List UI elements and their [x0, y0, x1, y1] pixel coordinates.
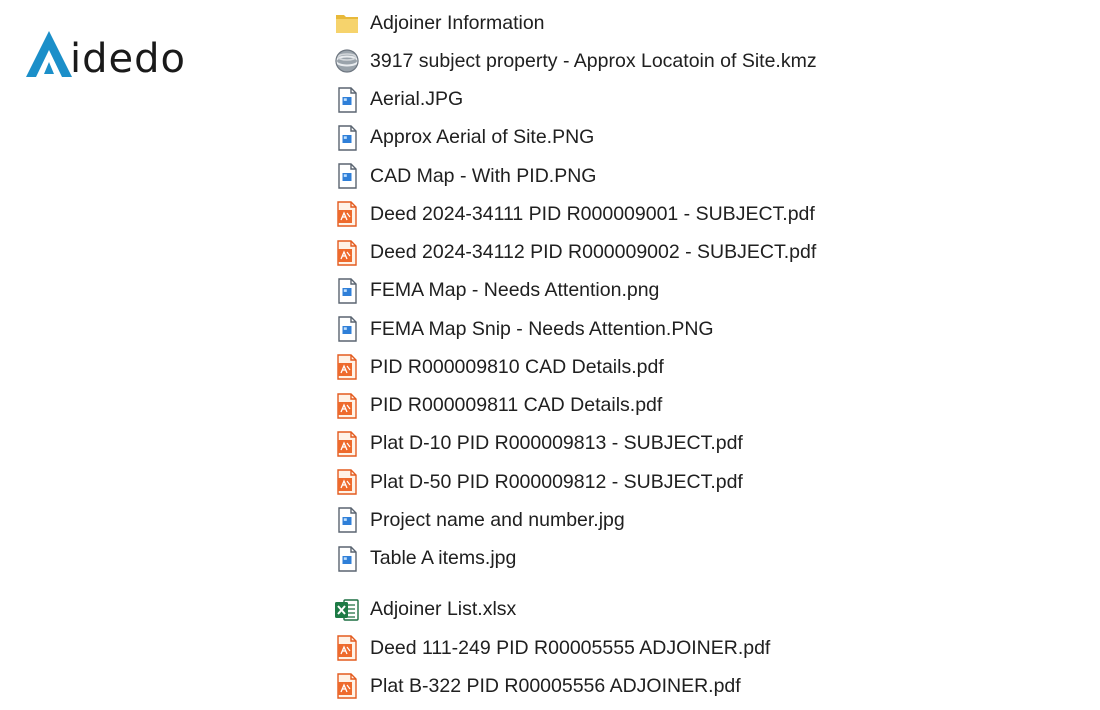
file-name: Adjoiner Information: [370, 11, 545, 34]
file-name: PID R000009810 CAD Details.pdf: [370, 355, 664, 378]
file-name: Adjoiner List.xlsx: [370, 598, 517, 621]
file-row[interactable]: FEMA Map Snip - Needs Attention.PNG: [333, 310, 1073, 348]
image-file-icon: [333, 124, 361, 152]
pdf-file-icon: [333, 672, 361, 700]
file-name: CAD Map - With PID.PNG: [370, 164, 597, 187]
pdf-file-icon: [333, 353, 361, 381]
file-row[interactable]: Plat D-50 PID R000009812 - SUBJECT.pdf: [333, 463, 1073, 501]
pdf-file-icon: [333, 468, 361, 496]
file-name: PID R000009811 CAD Details.pdf: [370, 394, 663, 417]
pdf-file-icon: [333, 239, 361, 267]
image-file-icon: [333, 545, 361, 573]
image-file-icon: [333, 86, 361, 114]
pdf-file-icon: [333, 634, 361, 662]
pdf-file-icon: [333, 392, 361, 420]
file-name: FEMA Map Snip - Needs Attention.PNG: [370, 317, 714, 340]
file-name: Plat B-322 PID R00005556 ADJOINER.pdf: [370, 674, 741, 697]
pdf-file-icon: [333, 430, 361, 458]
file-row[interactable]: Adjoiner List.xlsx: [333, 591, 1073, 629]
excel-file-icon: [333, 596, 361, 624]
file-name: Approx Aerial of Site.PNG: [370, 126, 595, 149]
file-name: Plat D-10 PID R000009813 - SUBJECT.pdf: [370, 432, 743, 455]
logo-text: idedo: [70, 36, 186, 82]
file-name: Plat D-50 PID R000009812 - SUBJECT.pdf: [370, 470, 743, 493]
image-file-icon: [333, 277, 361, 305]
pdf-file-icon: [333, 200, 361, 228]
file-row[interactable]: Plat B-322 PID R00005556 ADJOINER.pdf: [333, 667, 1073, 705]
kmz-globe-icon: [333, 47, 361, 75]
image-file-icon: [333, 315, 361, 343]
file-row[interactable]: PID R000009811 CAD Details.pdf: [333, 387, 1073, 425]
file-name: Table A items.jpg: [370, 547, 517, 570]
file-row[interactable]: Aerial.JPG: [333, 81, 1073, 119]
file-row[interactable]: Plat D-10 PID R000009813 - SUBJECT.pdf: [333, 425, 1073, 463]
file-row[interactable]: Deed 2024-34111 PID R000009001 - SUBJECT…: [333, 195, 1073, 233]
file-name: Deed 2024-34111 PID R000009001 - SUBJECT…: [370, 202, 815, 225]
file-row[interactable]: Table A items.jpg: [333, 540, 1073, 578]
image-file-icon: [333, 162, 361, 190]
file-row[interactable]: Deed 111-249 PID R00005555 ADJOINER.pdf: [333, 629, 1073, 667]
file-row[interactable]: Project name and number.jpg: [333, 501, 1073, 539]
file-row[interactable]: 3917 subject property - Approx Locatoin …: [333, 42, 1073, 80]
file-row[interactable]: Adjoiner Information: [333, 4, 1073, 42]
file-row[interactable]: FEMA Map - Needs Attention.png: [333, 272, 1073, 310]
file-row[interactable]: Approx Aerial of Site.PNG: [333, 119, 1073, 157]
image-file-icon: [333, 506, 361, 534]
file-name: Deed 2024-34112 PID R000009002 - SUBJECT…: [370, 241, 817, 264]
file-row[interactable]: Deed 2024-34112 PID R000009002 - SUBJECT…: [333, 234, 1073, 272]
file-name: 3917 subject property - Approx Locatoin …: [370, 49, 817, 72]
file-name: FEMA Map - Needs Attention.png: [370, 279, 660, 302]
file-name: Aerial.JPG: [370, 88, 464, 111]
file-row[interactable]: CAD Map - With PID.PNG: [333, 157, 1073, 195]
logo-mark-icon: [26, 31, 72, 77]
file-name: Deed 111-249 PID R00005555 ADJOINER.pdf: [370, 636, 771, 659]
brand-logo: idedo: [24, 26, 186, 80]
folder-icon: [333, 9, 361, 37]
file-row[interactable]: PID R000009810 CAD Details.pdf: [333, 348, 1073, 386]
file-list: Adjoiner Information 3917 subject proper…: [333, 4, 1073, 706]
file-name: Project name and number.jpg: [370, 508, 625, 531]
